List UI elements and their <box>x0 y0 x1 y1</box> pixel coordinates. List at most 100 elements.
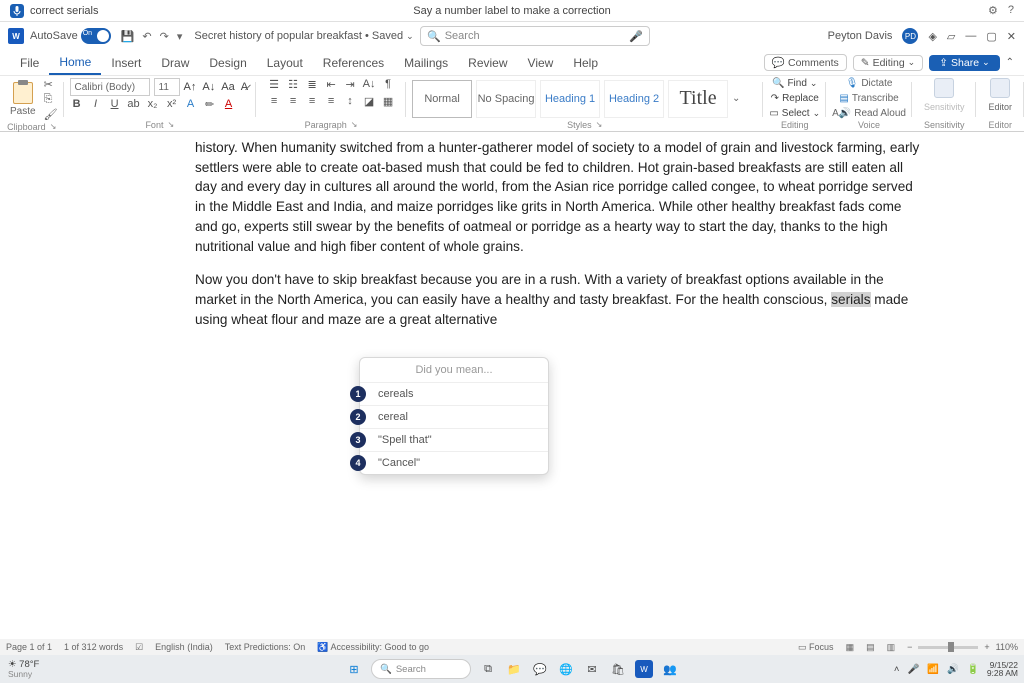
correction-option-spell-that[interactable]: 3"Spell that" <box>360 428 548 451</box>
tab-file[interactable]: File <box>10 52 49 74</box>
strikethrough-button[interactable]: ab <box>127 98 141 111</box>
wifi-icon[interactable]: 📶 <box>927 664 939 675</box>
qat-customize-icon[interactable]: ▾ <box>177 30 183 43</box>
tab-home[interactable]: Home <box>49 51 101 75</box>
decrease-indent-icon[interactable]: ⇤ <box>324 78 338 91</box>
clear-format-icon[interactable]: A̷ <box>239 81 250 93</box>
cut-icon[interactable]: ✂ <box>44 78 58 91</box>
superscript-button[interactable]: x² <box>165 98 179 111</box>
zoom-slider[interactable] <box>918 646 978 649</box>
highlight-icon[interactable]: ✏ <box>203 98 217 111</box>
document-title[interactable]: Secret history of popular breakfast • Sa… <box>194 30 413 42</box>
copy-icon[interactable]: ⎘ <box>44 93 58 106</box>
file-explorer-icon[interactable]: 📁 <box>505 660 523 678</box>
font-launcher-icon[interactable]: ↘ <box>167 120 174 130</box>
paragraph-2[interactable]: Now you don't have to skip breakfast bec… <box>195 270 924 329</box>
redo-icon[interactable]: ↷ <box>160 30 169 43</box>
show-marks-icon[interactable]: ¶ <box>381 78 395 91</box>
borders-icon[interactable]: ▦ <box>381 95 395 108</box>
spellcheck-icon[interactable]: ☑ <box>135 642 143 653</box>
maximize-button[interactable]: ▢ <box>986 30 996 43</box>
shading-icon[interactable]: ◪ <box>362 95 376 108</box>
sort-icon[interactable]: A↓ <box>362 78 376 91</box>
style-title[interactable]: Title <box>668 80 728 118</box>
clipboard-launcher-icon[interactable]: ↘ <box>50 122 57 132</box>
tab-insert[interactable]: Insert <box>101 52 151 74</box>
user-name[interactable]: Peyton Davis <box>828 30 893 42</box>
close-button[interactable]: ✕ <box>1007 30 1016 43</box>
mic-tray-icon[interactable]: 🎤 <box>907 664 919 675</box>
search-mic-icon[interactable]: 🎤 <box>629 30 643 43</box>
edge-icon[interactable]: 🌐 <box>557 660 575 678</box>
paragraph-launcher-icon[interactable]: ↘ <box>351 120 358 130</box>
multilevel-icon[interactable]: ≣ <box>305 78 319 91</box>
font-color-icon[interactable]: A <box>222 98 236 111</box>
zoom-level[interactable]: 110% <box>996 642 1018 652</box>
focus-mode-button[interactable]: ▭ Focus <box>798 642 834 653</box>
sensitivity-button[interactable]: Sensitivity <box>918 78 971 119</box>
page-content[interactable]: history. When humanity switched from a h… <box>0 132 1024 329</box>
subscript-button[interactable]: x₂ <box>146 98 160 111</box>
search-box[interactable]: 🔍 Search 🎤 <box>420 26 650 46</box>
ribbon-display-icon[interactable]: ▱ <box>947 30 955 43</box>
style-heading2[interactable]: Heading 2 <box>604 80 664 118</box>
correction-option-1[interactable]: 1cereals <box>360 382 548 405</box>
status-predictions[interactable]: Text Predictions: On <box>225 642 306 652</box>
numbering-icon[interactable]: ☷ <box>286 78 300 91</box>
taskbar-clock[interactable]: 9/15/22 9:28 AM <box>987 661 1018 678</box>
share-button[interactable]: ⇪ Share ⌄ <box>929 55 999 71</box>
change-case-icon[interactable]: Aa <box>219 81 236 93</box>
save-icon[interactable]: 💾 <box>121 30 135 43</box>
correction-option-2[interactable]: 2cereal <box>360 405 548 428</box>
status-words[interactable]: 1 of 312 words <box>64 642 123 652</box>
align-right-icon[interactable]: ≡ <box>305 95 319 108</box>
correction-option-cancel[interactable]: 4"Cancel" <box>360 451 548 474</box>
paragraph-1[interactable]: history. When humanity switched from a h… <box>195 138 924 256</box>
tab-references[interactable]: References <box>313 52 394 74</box>
status-language[interactable]: English (India) <box>155 642 213 652</box>
styles-more-icon[interactable]: ⌄ <box>732 93 740 104</box>
weather-widget[interactable]: ☀ 78°F Sunny <box>0 660 47 678</box>
minimize-button[interactable]: — <box>965 30 976 42</box>
replace-button[interactable]: ↷ Replace <box>771 93 819 104</box>
tab-review[interactable]: Review <box>458 52 517 74</box>
bullets-icon[interactable]: ☰ <box>267 78 281 91</box>
tab-design[interactable]: Design <box>199 52 256 74</box>
autosave-toggle[interactable]: On <box>81 28 111 44</box>
teams-icon[interactable]: 👥 <box>661 660 679 678</box>
task-view-icon[interactable]: ⧉ <box>479 660 497 678</box>
view-web-icon[interactable]: ▥ <box>887 642 896 653</box>
battery-icon[interactable]: 🔋 <box>967 664 979 675</box>
font-size-combobox[interactable]: 11 <box>154 78 180 96</box>
zoom-out-button[interactable]: − <box>907 642 912 652</box>
highlighted-word[interactable]: serials <box>831 292 870 307</box>
zoom-in-button[interactable]: + <box>984 642 989 652</box>
format-painter-icon[interactable]: 🖌 <box>44 108 58 121</box>
mail-icon[interactable]: ✉ <box>583 660 601 678</box>
justify-icon[interactable]: ≡ <box>324 95 338 108</box>
status-page[interactable]: Page 1 of 1 <box>6 642 52 652</box>
align-center-icon[interactable]: ≡ <box>286 95 300 108</box>
increase-indent-icon[interactable]: ⇥ <box>343 78 357 91</box>
italic-button[interactable]: I <box>89 98 103 111</box>
line-spacing-icon[interactable]: ↕ <box>343 95 357 108</box>
grow-font-icon[interactable]: A↑ <box>182 81 199 93</box>
user-avatar[interactable]: PD <box>902 28 918 44</box>
text-effects-icon[interactable]: A <box>184 98 198 111</box>
bold-button[interactable]: B <box>70 98 84 111</box>
find-button[interactable]: 🔍 Find ⌄ <box>772 78 817 89</box>
coming-soon-icon[interactable]: ◈ <box>928 30 936 43</box>
tab-mailings[interactable]: Mailings <box>394 52 458 74</box>
style-heading1[interactable]: Heading 1 <box>540 80 600 118</box>
chat-icon[interactable]: 💬 <box>531 660 549 678</box>
start-button[interactable]: ⊞ <box>345 660 363 678</box>
dictate-button[interactable]: 🎙 Dictate <box>846 78 893 89</box>
styles-launcher-icon[interactable]: ↘ <box>596 120 603 130</box>
settings-icon[interactable]: ⚙ <box>988 4 998 17</box>
read-aloud-button[interactable]: A🔊 Read Aloud <box>832 108 906 119</box>
comments-button[interactable]: 💬 Comments <box>764 54 847 71</box>
tab-help[interactable]: Help <box>563 52 608 74</box>
help-icon[interactable]: ? <box>1008 4 1014 17</box>
undo-icon[interactable]: ↶ <box>142 30 151 43</box>
font-name-combobox[interactable]: Calibri (Body) <box>70 78 150 96</box>
